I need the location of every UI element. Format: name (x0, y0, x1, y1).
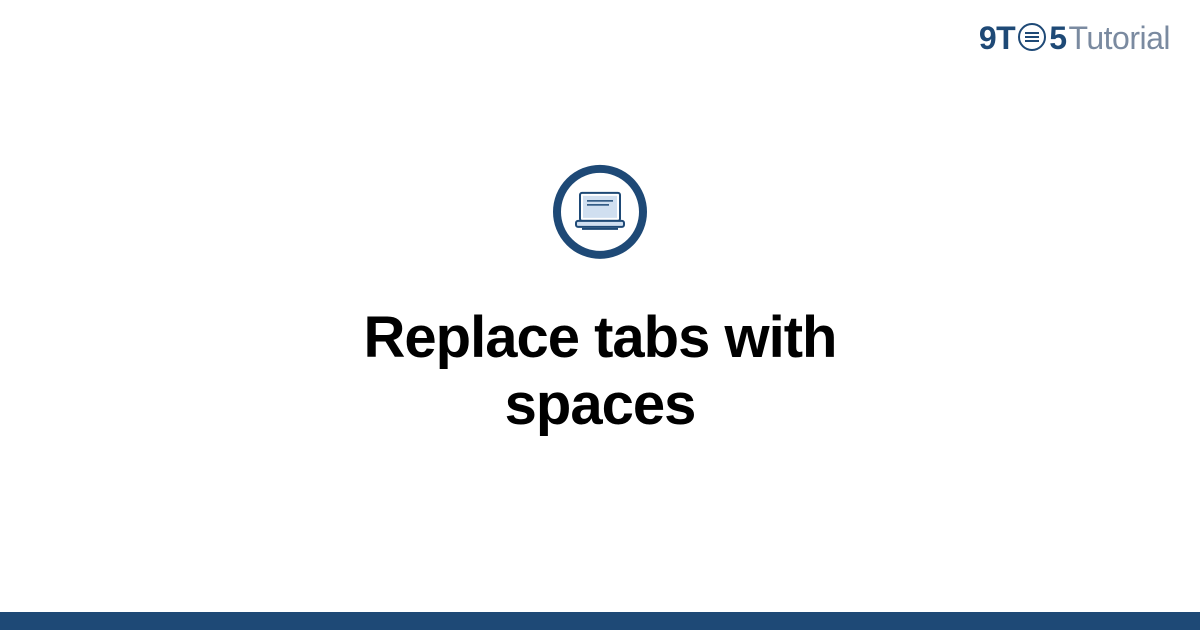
laptop-icon-svg (574, 191, 626, 233)
laptop-icon (553, 165, 647, 259)
logo-number: 5 (1049, 20, 1066, 57)
logo-prefix: 9T (979, 20, 1015, 57)
logo-o-icon (1018, 23, 1046, 51)
page-title: Replace tabs with spaces (300, 304, 900, 438)
main-content: Replace tabs with spaces (300, 165, 900, 438)
footer-accent-bar (0, 612, 1200, 630)
site-logo[interactable]: 9T 5 Tutorial (979, 20, 1170, 57)
logo-suffix: Tutorial (1068, 20, 1170, 57)
